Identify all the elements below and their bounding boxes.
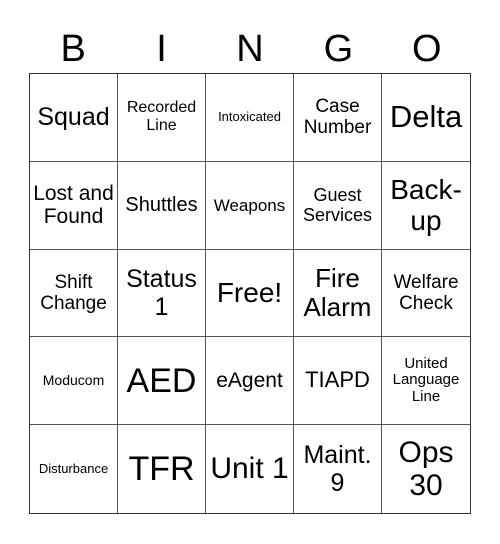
bingo-cell[interactable]: Welfare Check: [382, 250, 470, 338]
bingo-cell[interactable]: United Language Line: [382, 337, 470, 426]
header-letter-o: O: [411, 28, 442, 70]
free-space-cell[interactable]: Free!: [206, 249, 294, 338]
bingo-cell[interactable]: Recorded Line: [118, 74, 206, 162]
bingo-cell[interactable]: Back-up: [382, 162, 470, 250]
bingo-cell[interactable]: AED: [118, 337, 206, 426]
bingo-cell[interactable]: Guest Services: [294, 161, 382, 250]
bingo-cell[interactable]: TFR: [118, 425, 206, 513]
bingo-cell[interactable]: Intoxicated: [206, 74, 294, 162]
bingo-cell[interactable]: Squad: [30, 74, 118, 162]
bingo-cell[interactable]: Ops 30: [382, 425, 470, 513]
bingo-cell[interactable]: Unit 1: [206, 425, 294, 513]
bingo-grid: Squad Recorded Line Intoxicated Case Num…: [29, 73, 471, 514]
header-letter-b: B: [60, 28, 86, 70]
bingo-cell[interactable]: TIAPD: [294, 337, 382, 426]
bingo-cell[interactable]: Moducom: [30, 337, 118, 426]
bingo-cell[interactable]: Disturbance: [30, 425, 118, 513]
header-letter-i: I: [156, 28, 167, 70]
bingo-cell[interactable]: Maint. 9: [294, 425, 382, 513]
bingo-cell[interactable]: Case Number: [294, 74, 382, 162]
bingo-cell[interactable]: Shuttles: [118, 161, 206, 250]
header-letter-n: N: [236, 28, 264, 70]
bingo-cell[interactable]: eAgent: [206, 337, 294, 426]
bingo-cell[interactable]: Lost and Found: [30, 161, 118, 250]
bingo-cell[interactable]: Fire Alarm: [294, 249, 382, 338]
header-letter-g: G: [323, 28, 354, 70]
bingo-cell[interactable]: Delta: [382, 74, 470, 162]
bingo-cell[interactable]: Status 1: [118, 249, 206, 338]
bingo-cell[interactable]: Weapons: [206, 161, 294, 250]
bingo-cell[interactable]: Shift Change: [30, 249, 118, 338]
bingo-header: B I N G O: [29, 26, 471, 72]
